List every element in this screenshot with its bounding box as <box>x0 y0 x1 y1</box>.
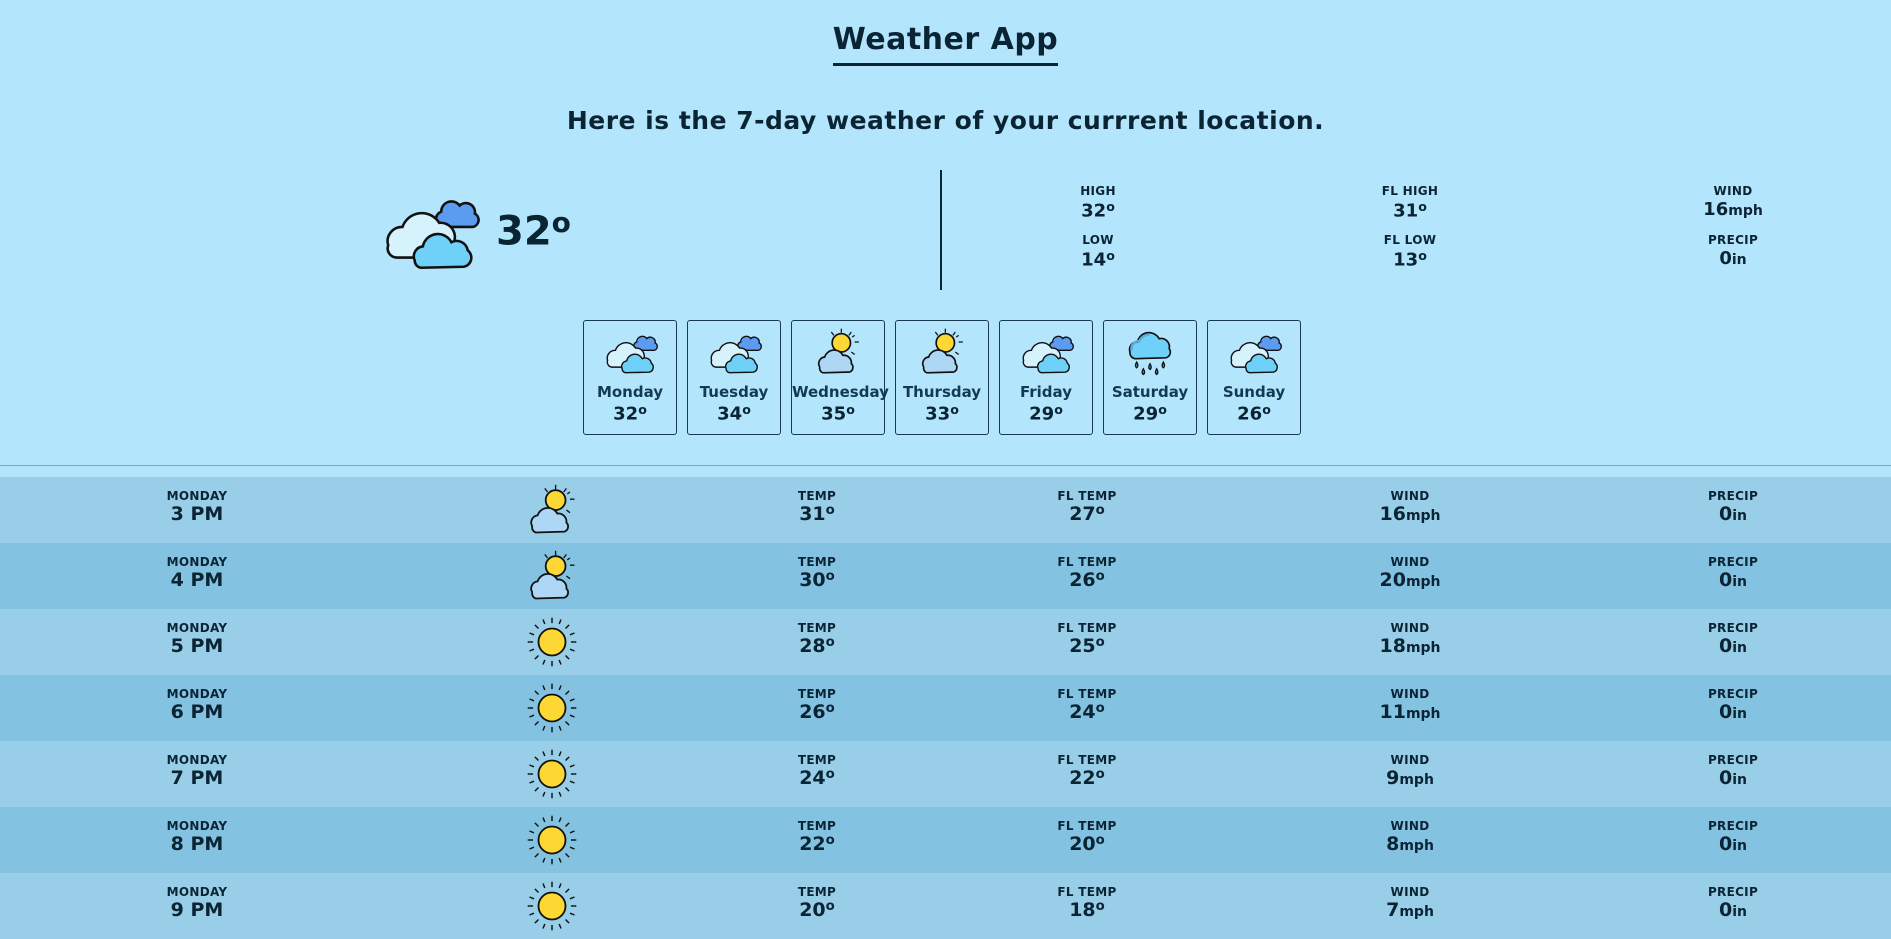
hour-precip: PRECIP 0in <box>1707 621 1759 657</box>
hour-time: MONDAY 9 PM <box>166 885 228 921</box>
hour-time: MONDAY 7 PM <box>166 753 228 789</box>
app-title: Weather App <box>832 22 1059 66</box>
day-temp: 29o <box>1133 402 1167 425</box>
day-temp: 34o <box>717 402 751 425</box>
hour-fl-temp: FL TEMP 22o <box>1057 753 1117 789</box>
clouds-icon <box>1018 327 1074 377</box>
day-name: Wednesday <box>792 383 889 401</box>
hour-wind: WIND 18mph <box>1379 621 1441 657</box>
hour-wind: WIND 11mph <box>1379 687 1441 723</box>
day-card-wednesday[interactable]: Wednesday 35o <box>791 320 889 435</box>
hour-fl-temp: FL TEMP 27o <box>1057 489 1117 525</box>
day-temp: 33o <box>925 402 959 425</box>
hour-temp: TEMP 20o <box>797 885 837 921</box>
stat-wind: WIND 16mph <box>1703 184 1763 220</box>
hourly-row: MONDAY 4 PM TEMP 30o FL TEMP 26o WIND 20mph PREC… <box>0 543 1891 609</box>
hour-precip: PRECIP 0in <box>1707 489 1759 525</box>
day-name: Thursday <box>902 383 982 401</box>
day-name: Monday <box>596 383 664 401</box>
hour-wind: WIND 7mph <box>1386 885 1434 921</box>
hourly-list: MONDAY 3 PM TEMP 31o FL TEMP 27o WIND 16mph PREC… <box>0 477 1891 939</box>
hour-fl-temp: FL TEMP 25o <box>1057 621 1117 657</box>
hour-time: MONDAY 8 PM <box>166 819 228 855</box>
hour-fl-temp: FL TEMP 26o <box>1057 555 1117 591</box>
stat-fl-low: FL LOW 13o <box>1383 233 1437 271</box>
sun-icon <box>524 681 580 735</box>
sun-cloud-icon <box>524 549 580 603</box>
day-name: Saturday <box>1111 383 1189 401</box>
app-title-wrap: Weather App <box>0 22 1891 66</box>
divider <box>940 170 942 290</box>
hour-temp: TEMP 22o <box>797 819 837 855</box>
hourly-row: MONDAY 7 PM TEMP 24o FL TEMP 22o WIND 9mph PRECI… <box>0 741 1891 807</box>
hour-temp: TEMP 26o <box>797 687 837 723</box>
hour-temp: TEMP 28o <box>797 621 837 657</box>
hour-precip: PRECIP 0in <box>1707 555 1759 591</box>
hour-temp: TEMP 24o <box>797 753 837 789</box>
hour-temp: TEMP 31o <box>797 489 837 525</box>
stat-fl-high: FL HIGH 31o <box>1381 184 1439 222</box>
hour-time: MONDAY 4 PM <box>166 555 228 591</box>
day-card-friday[interactable]: Friday 29o <box>999 320 1093 435</box>
sun-cloud-icon <box>524 483 580 537</box>
stat-high: HIGH 32o <box>1080 184 1116 222</box>
stat-precip: PRECIP 0in <box>1707 233 1759 269</box>
hour-precip: PRECIP 0in <box>1707 885 1759 921</box>
sun-icon <box>524 879 580 933</box>
hour-wind: WIND 20mph <box>1379 555 1441 591</box>
day-name: Sunday <box>1222 383 1286 401</box>
day-temp: 32o <box>613 402 647 425</box>
sun-icon <box>524 813 580 867</box>
rain-icon <box>1122 327 1178 377</box>
hourly-row: MONDAY 6 PM TEMP 26o FL TEMP 24o WIND 11mph PREC… <box>0 675 1891 741</box>
hour-time: MONDAY 5 PM <box>166 621 228 657</box>
page-subtitle: Here is the 7-day weather of your currre… <box>566 106 1325 135</box>
current-weather: 32o <box>378 188 571 272</box>
hour-precip: PRECIP 0in <box>1707 753 1759 789</box>
hour-wind: WIND 8mph <box>1386 819 1434 855</box>
hour-fl-temp: FL TEMP 18o <box>1057 885 1117 921</box>
day-name: Tuesday <box>699 383 769 401</box>
hour-time: MONDAY 3 PM <box>166 489 228 525</box>
sun-icon <box>524 747 580 801</box>
sun-cloud-icon <box>914 327 970 377</box>
clouds-icon <box>378 188 480 272</box>
sun-cloud-icon <box>810 327 866 377</box>
clouds-icon <box>1226 327 1282 377</box>
day-card-saturday[interactable]: Saturday 29o <box>1103 320 1197 435</box>
day-card-thursday[interactable]: Thursday 33o <box>895 320 989 435</box>
day-name: Friday <box>1019 383 1072 401</box>
current-temp: 32o <box>496 205 571 255</box>
hour-precip: PRECIP 0in <box>1707 819 1759 855</box>
day-temp: 26o <box>1237 402 1271 425</box>
stat-low: LOW 14o <box>1081 233 1115 271</box>
section-divider <box>0 465 1891 466</box>
hour-wind: WIND 16mph <box>1379 489 1441 525</box>
sun-icon <box>524 615 580 669</box>
day-cards: Monday 32o Tuesday 34o Wednesday 35o Thursday 3… <box>583 320 1301 435</box>
hour-temp: TEMP 30o <box>797 555 837 591</box>
hourly-row: MONDAY 5 PM TEMP 28o FL TEMP 25o WIND 18mph PREC… <box>0 609 1891 675</box>
hourly-row: MONDAY 9 PM TEMP 20o FL TEMP 18o WIND 7mph PRECI… <box>0 873 1891 939</box>
day-temp: 35o <box>821 402 855 425</box>
hour-wind: WIND 9mph <box>1386 753 1434 789</box>
day-card-tuesday[interactable]: Tuesday 34o <box>687 320 781 435</box>
hour-precip: PRECIP 0in <box>1707 687 1759 723</box>
hourly-row: MONDAY 8 PM TEMP 22o FL TEMP 20o WIND 8mph PRECI… <box>0 807 1891 873</box>
hour-time: MONDAY 6 PM <box>166 687 228 723</box>
hourly-row: MONDAY 3 PM TEMP 31o FL TEMP 27o WIND 16mph PREC… <box>0 477 1891 543</box>
day-temp: 29o <box>1029 402 1063 425</box>
hour-fl-temp: FL TEMP 20o <box>1057 819 1117 855</box>
hour-fl-temp: FL TEMP 24o <box>1057 687 1117 723</box>
clouds-icon <box>602 327 658 377</box>
clouds-icon <box>706 327 762 377</box>
day-card-monday[interactable]: Monday 32o <box>583 320 677 435</box>
day-card-sunday[interactable]: Sunday 26o <box>1207 320 1301 435</box>
